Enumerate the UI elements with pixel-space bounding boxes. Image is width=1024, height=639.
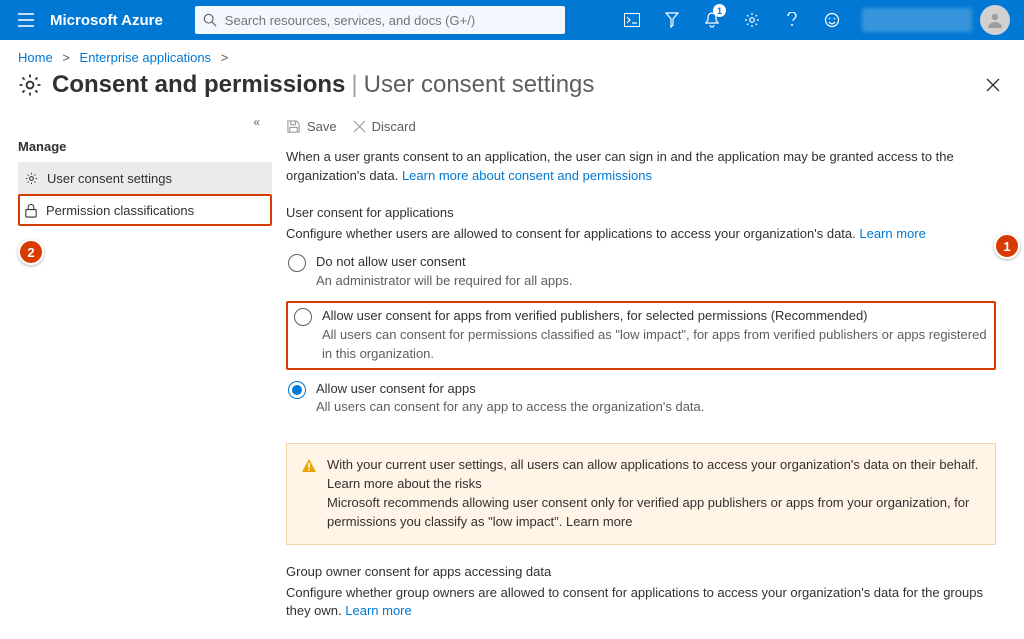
close-button[interactable] <box>980 72 1006 98</box>
learn-more-link[interactable]: Learn more <box>345 603 411 618</box>
sidebar-item-permission-classifications[interactable]: Permission classifications <box>18 194 272 226</box>
settings-button[interactable] <box>732 0 772 40</box>
section-title: User consent for applications <box>286 204 996 223</box>
close-icon <box>986 78 1000 92</box>
smile-icon <box>824 12 840 28</box>
gear-icon <box>18 73 42 97</box>
save-icon <box>286 119 301 134</box>
radio-allow-verified[interactable]: Allow user consent for apps from verifie… <box>286 301 996 370</box>
save-button[interactable]: Save <box>286 119 337 134</box>
top-icon-bar: 1 <box>612 0 1016 40</box>
command-bar: Save Discard <box>286 115 996 148</box>
discard-icon <box>353 120 366 133</box>
sidebar-item-label: Permission classifications <box>46 203 194 218</box>
learn-more-consent-link[interactable]: Learn more about consent and permissions <box>402 168 652 183</box>
notification-badge: 1 <box>713 4 726 17</box>
annotation-badge-2: 2 <box>18 239 44 265</box>
radio-label: Allow user consent for apps from verifie… <box>322 307 988 326</box>
breadcrumb-home[interactable]: Home <box>18 50 53 65</box>
radio-label: Allow user consent for apps <box>316 380 704 399</box>
search-input[interactable] <box>225 13 565 28</box>
breadcrumb: Home > Enterprise applications > <box>0 40 1024 71</box>
global-search[interactable] <box>195 6 565 34</box>
radio-desc: An administrator will be required for al… <box>316 272 573 291</box>
collapse-sidebar-button[interactable]: « <box>18 115 272 135</box>
top-bar: Microsoft Azure 1 <box>0 0 1024 40</box>
radio-control[interactable] <box>294 308 312 326</box>
radio-control[interactable] <box>288 254 306 272</box>
section-title: Group owner consent for apps accessing d… <box>286 563 996 582</box>
radio-desc: All users can consent for permissions cl… <box>322 326 988 364</box>
discard-button[interactable]: Discard <box>353 119 416 134</box>
learn-risks-link[interactable]: Learn more about the risks <box>327 476 482 491</box>
lock-icon <box>24 203 38 218</box>
intro-text: When a user grants consent to an applica… <box>286 148 996 186</box>
save-label: Save <box>307 119 337 134</box>
gear-icon <box>744 12 760 28</box>
cloud-shell-icon <box>624 13 640 27</box>
sidebar: « Manage User consent settings Permissio… <box>0 115 272 624</box>
feedback-button[interactable] <box>812 0 852 40</box>
annotation-badge-1: 1 <box>994 233 1020 259</box>
title-pipe: | <box>345 71 363 99</box>
search-icon <box>203 13 217 27</box>
notifications-button[interactable]: 1 <box>692 0 732 40</box>
warning-line2: Microsoft recommends allowing user conse… <box>327 495 969 529</box>
section-subtitle: Configure whether group owners are allow… <box>286 584 996 622</box>
radio-control[interactable] <box>288 381 306 399</box>
discard-label: Discard <box>372 119 416 134</box>
hamburger-menu[interactable] <box>8 2 44 38</box>
sidebar-item-user-consent[interactable]: User consent settings <box>18 162 272 194</box>
page-subtitle: User consent settings <box>364 71 595 99</box>
sidebar-item-label: User consent settings <box>47 171 172 186</box>
hamburger-icon <box>18 13 34 27</box>
avatar <box>980 5 1010 35</box>
radio-do-not-allow[interactable]: Do not allow user consent An administrat… <box>286 249 996 295</box>
page-title-row: Consent and permissions | User consent s… <box>0 71 1024 115</box>
help-button[interactable] <box>772 0 812 40</box>
directories-button[interactable] <box>652 0 692 40</box>
sidebar-section-label: Manage <box>18 135 272 162</box>
breadcrumb-enterprise-apps[interactable]: Enterprise applications <box>80 50 212 65</box>
brand-label: Microsoft Azure <box>44 12 177 29</box>
warning-box: With your current user settings, all use… <box>286 443 996 544</box>
gear-icon <box>24 171 39 186</box>
breadcrumb-sep: > <box>215 50 235 65</box>
main-pane: Save Discard When a user grants consent … <box>272 115 1024 624</box>
section-user-consent-apps: User consent for applications Configure … <box>286 204 996 422</box>
learn-more-link[interactable]: Learn more <box>566 514 632 529</box>
cloud-shell-button[interactable] <box>612 0 652 40</box>
radio-desc: All users can consent for any app to acc… <box>316 398 704 417</box>
section-subtitle: Configure whether users are allowed to c… <box>286 225 996 244</box>
warning-line1: With your current user settings, all use… <box>327 457 978 472</box>
section-group-owner-consent: Group owner consent for apps accessing d… <box>286 563 996 624</box>
learn-more-link[interactable]: Learn more <box>859 226 925 241</box>
person-icon <box>986 11 1004 29</box>
help-icon <box>787 12 797 28</box>
page-title: Consent and permissions <box>52 71 345 99</box>
radio-allow-all[interactable]: Allow user consent for apps All users ca… <box>286 376 996 422</box>
account-name-redacted <box>862 8 972 32</box>
breadcrumb-sep: > <box>56 50 76 65</box>
account-menu[interactable] <box>852 5 1016 35</box>
warning-icon <box>301 458 317 531</box>
radio-label: Do not allow user consent <box>316 253 573 272</box>
filter-icon <box>665 12 679 28</box>
